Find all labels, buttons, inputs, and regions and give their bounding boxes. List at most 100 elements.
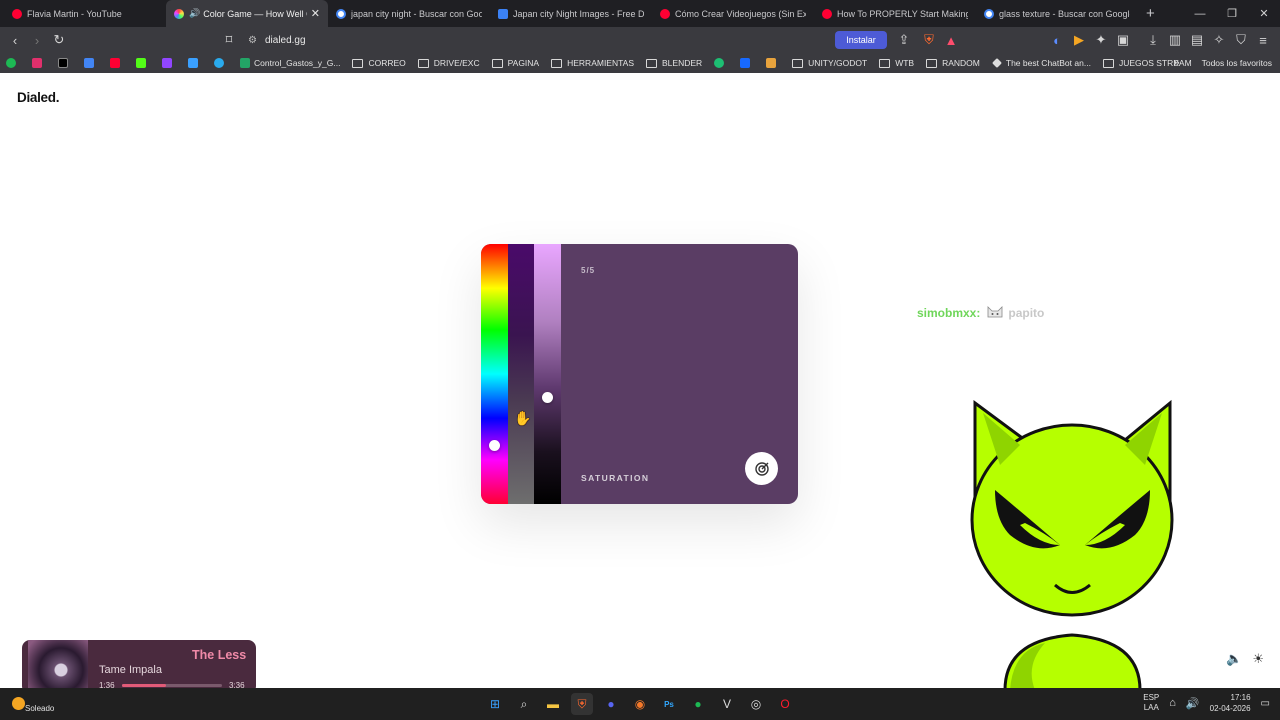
bookmark-label: Control_Gastos_y_G...: [254, 58, 341, 68]
minimize-icon[interactable]: —: [1184, 0, 1216, 27]
bookmark-folder-blender[interactable]: BLENDER: [646, 58, 702, 68]
bookmark-folder-drive[interactable]: DRIVE/EXC: [417, 58, 480, 68]
bookmark-app-1[interactable]: [6, 58, 20, 68]
back-icon[interactable]: ‹: [4, 29, 26, 51]
tab-google-japan[interactable]: japan city night - Buscar con Google: [328, 0, 490, 27]
new-tab-button[interactable]: +: [1146, 5, 1155, 22]
bookmark-label: WTB: [895, 58, 915, 68]
bookmark-folder-random[interactable]: RANDOM: [926, 58, 980, 68]
chevron-right-icon[interactable]: »: [1173, 57, 1179, 69]
wallet-alt-icon[interactable]: ▤: [1186, 29, 1208, 51]
extensions-icon[interactable]: ✦: [1090, 29, 1112, 51]
bookmark-x[interactable]: [58, 58, 72, 68]
color-picker-card: 5/5 SATURATION: [481, 244, 798, 504]
discord-icon[interactable]: ●: [600, 693, 622, 715]
lightness-slider-handle[interactable]: [542, 392, 553, 403]
tab-youtube-properly[interactable]: How To PROPERLY Start Making A G: [814, 0, 976, 27]
youtube-icon: [110, 58, 120, 68]
hue-slider[interactable]: [481, 244, 508, 504]
site-settings-icon[interactable]: ⚙: [248, 35, 257, 46]
windows-start-icon[interactable]: ⊞: [484, 693, 506, 715]
speaker-tray-icon[interactable]: 🔊: [1186, 697, 1200, 710]
sheets-icon: [240, 58, 250, 68]
close-tab-icon[interactable]: ✕: [311, 7, 320, 20]
tab-japan-images[interactable]: Japan city Night Images - Free Down: [490, 0, 652, 27]
obs-icon[interactable]: ◎: [745, 693, 767, 715]
install-button[interactable]: Instalar: [835, 31, 887, 49]
streamer-avatar: [970, 399, 1174, 690]
bookmark-folder-unity[interactable]: UNITY/GODOT: [792, 58, 867, 68]
screenshot-icon[interactable]: ▣: [1112, 29, 1134, 51]
wallet-icon[interactable]: ◐: [1046, 29, 1068, 51]
site-logo[interactable]: Dialed.: [17, 90, 59, 105]
notification-icon[interactable]: ▭: [1261, 698, 1270, 709]
bookmark-pen[interactable]: [188, 58, 202, 68]
brave-browser-icon[interactable]: ⛨: [571, 693, 593, 715]
opera-icon[interactable]: O: [774, 693, 796, 715]
all-bookmarks-label[interactable]: Todos los favoritos: [1202, 58, 1272, 68]
bookmark-kick[interactable]: [136, 58, 150, 68]
bookmark-folder-correo[interactable]: CORREO: [352, 58, 406, 68]
play-icon[interactable]: ▶: [1068, 29, 1090, 51]
bookmark-chatbot[interactable]: The best ChatBot an...: [991, 58, 1091, 68]
tab-title: Color Game — How Well Can: [203, 8, 307, 19]
now-playing-widget[interactable]: The Less Tame Impala 1:36 3:36: [22, 640, 256, 694]
tab-youtube-videojuegos[interactable]: Cómo Crear Videojuegos (Sin Experi: [652, 0, 814, 27]
bookmark-folder-pagina[interactable]: PAGINA: [491, 58, 539, 68]
speaker-icon[interactable]: 🔊: [189, 8, 200, 19]
photoshop-icon[interactable]: Ps: [658, 693, 680, 715]
telegram-icon: [214, 58, 224, 68]
target-icon: [754, 461, 769, 476]
forward-icon[interactable]: ›: [26, 29, 48, 51]
language-code: ESP: [1143, 693, 1160, 702]
folder-blue-icon: [84, 58, 94, 68]
brave-shield-icon[interactable]: ⛨: [918, 29, 940, 51]
bookmark-page-icon[interactable]: ⌑: [218, 29, 240, 51]
share-icon[interactable]: ⇪: [893, 29, 915, 51]
toolbar-right-icons: ◐ ▶ ✦ ▣ ⤓ ▥ ▤ ✧ ⛉ ≡: [1046, 29, 1274, 51]
youtube-icon: [822, 8, 832, 19]
bookmark-instagram[interactable]: [32, 58, 46, 68]
menu-icon[interactable]: ≡: [1252, 29, 1274, 51]
saturation-slider[interactable]: [508, 244, 534, 504]
bookmark-folder-herramientas[interactable]: HERRAMIENTAS: [551, 58, 634, 68]
bookmark-drive[interactable]: [84, 58, 98, 68]
bookmark-photo[interactable]: [766, 58, 780, 68]
spotify-icon[interactable]: ●: [687, 693, 709, 715]
submit-guess-button[interactable]: [745, 452, 778, 485]
file-explorer-icon[interactable]: ▬: [542, 693, 564, 715]
bookmark-telegram[interactable]: [214, 58, 228, 68]
bookmark-fiverr[interactable]: [714, 58, 728, 68]
tab-google-glass[interactable]: glass texture - Buscar con Google: [976, 0, 1138, 27]
reload-icon[interactable]: ↻: [48, 29, 70, 51]
brightness-icon[interactable]: ☀: [1252, 651, 1264, 667]
bookmark-twitch[interactable]: [162, 58, 176, 68]
rewards-icon[interactable]: ▲: [940, 29, 962, 51]
bookmark-youtube[interactable]: [110, 58, 124, 68]
hue-slider-handle[interactable]: [489, 440, 500, 451]
language-indicator[interactable]: ESP LAA: [1143, 693, 1159, 713]
leo-ai-icon[interactable]: ✧: [1208, 29, 1230, 51]
bookmark-folder-wtb[interactable]: WTB: [879, 58, 914, 68]
close-window-icon[interactable]: ✕: [1248, 0, 1280, 27]
weather-widget[interactable]: Soleado: [12, 694, 54, 713]
page-content: Dialed. 5/5 SATURATION ✋ simobmxx: papit…: [0, 73, 1280, 690]
bookmark-control-gastos[interactable]: Control_Gastos_y_G...: [240, 58, 340, 68]
clock[interactable]: 17:16 02-04-2026: [1210, 692, 1251, 714]
volume-icon[interactable]: 🔈: [1226, 651, 1242, 667]
tab-color-game[interactable]: 🔊 Color Game — How Well Can ✕: [166, 0, 328, 27]
network-icon[interactable]: ⌂: [1169, 697, 1176, 709]
tab-title: How To PROPERLY Start Making A G: [837, 8, 968, 19]
restore-icon[interactable]: ❐: [1216, 0, 1248, 27]
blender-icon[interactable]: ◉: [629, 693, 651, 715]
search-icon[interactable]: ⌕: [513, 693, 535, 715]
bookmark-behance[interactable]: [740, 58, 754, 68]
download-icon[interactable]: ⤓: [1142, 29, 1164, 51]
progress-bar[interactable]: [122, 684, 222, 687]
tab-youtube-flavia[interactable]: Flavia Martin - YouTube: [4, 0, 166, 27]
vegas-icon[interactable]: V: [716, 693, 738, 715]
vpn-icon[interactable]: ⛉: [1230, 29, 1252, 51]
sidebar-icon[interactable]: ▥: [1164, 29, 1186, 51]
lightness-slider[interactable]: [534, 244, 561, 504]
folder-icon: [491, 58, 503, 68]
